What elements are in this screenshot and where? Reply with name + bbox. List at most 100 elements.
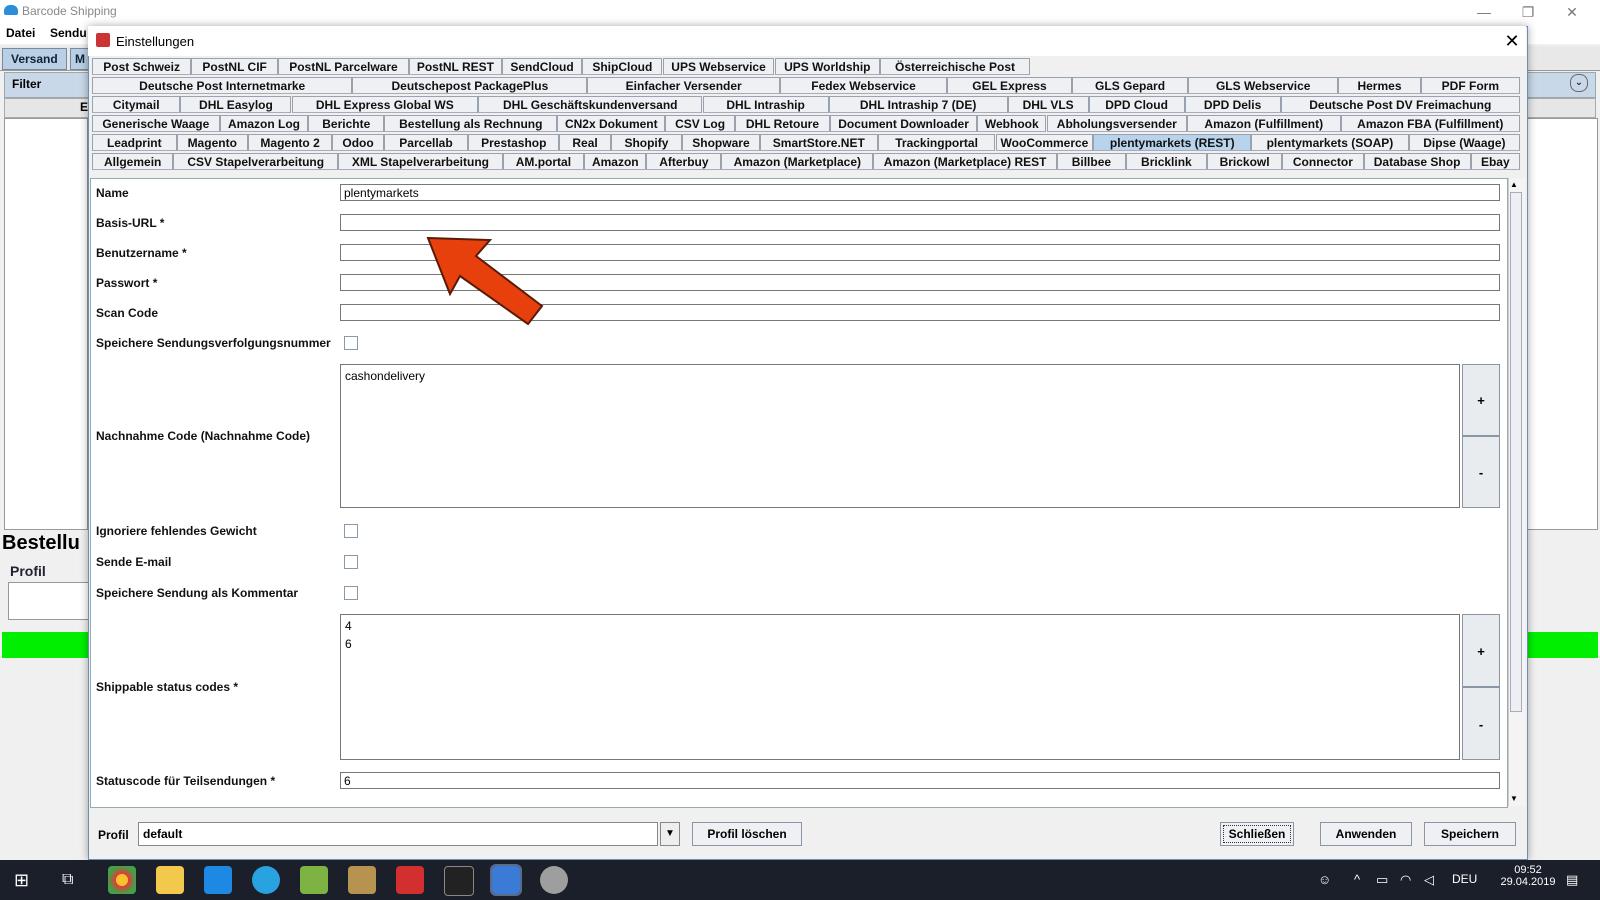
tab-magento-2[interactable]: Magento 2	[247, 134, 333, 151]
tab-woocommerce[interactable]: WooCommerce	[995, 134, 1094, 151]
tab-amazon-log[interactable]: Amazon Log	[219, 115, 309, 132]
tab-real[interactable]: Real	[559, 134, 611, 151]
tab-hermes[interactable]: Hermes	[1338, 77, 1421, 94]
tab-österreichische-post[interactable]: Österreichische Post	[880, 58, 1030, 75]
shippable-item[interactable]: 4	[345, 619, 1455, 637]
package-icon[interactable]	[348, 866, 376, 894]
menu-sendung[interactable]: Sendu	[50, 26, 87, 40]
shippable-item[interactable]: 6	[345, 637, 1455, 655]
profile-select[interactable]: default	[138, 822, 658, 846]
tab-am-portal[interactable]: AM.portal	[502, 153, 585, 170]
delete-profile-button[interactable]: Profil löschen	[692, 822, 802, 846]
tab-plentymarkets-soap[interactable]: plentymarkets (SOAP)	[1251, 134, 1409, 151]
task-view-icon[interactable]: ⧉	[62, 870, 82, 890]
tab-allgemein[interactable]: Allgemein	[92, 153, 174, 170]
tab-sendcloud[interactable]: SendCloud	[501, 58, 583, 75]
tab-ups-worldship[interactable]: UPS Worldship	[774, 58, 881, 75]
minimize-icon[interactable]: —	[1464, 2, 1504, 22]
save-comment-checkbox[interactable]	[344, 586, 358, 600]
barcode-shipping-icon[interactable]	[490, 864, 522, 896]
tab-deutsche-post-internetmarke[interactable]: Deutsche Post Internetmarke	[92, 77, 353, 94]
tab-einfacher-versender[interactable]: Einfacher Versender	[587, 77, 780, 94]
tab-dhl-intraship-7-de[interactable]: DHL Intraship 7 (DE)	[828, 96, 1008, 113]
cod-list[interactable]: cashondelivery	[340, 364, 1460, 508]
tab-bricklink[interactable]: Bricklink	[1125, 153, 1208, 170]
notification-icon[interactable]: ▤	[1566, 872, 1578, 888]
windows-start-icon[interactable]: ⊞	[14, 870, 34, 890]
tab-bestellung-als-rechnung[interactable]: Bestellung als Rechnung	[384, 115, 558, 132]
tab-trackingportal[interactable]: Trackingportal	[877, 134, 996, 151]
chevron-down-icon[interactable]: ▼	[660, 822, 680, 846]
cod-add-button[interactable]: +	[1462, 364, 1500, 436]
tab-pdf-form[interactable]: PDF Form	[1420, 77, 1520, 94]
tab-abholungsversender[interactable]: Abholungsversender	[1046, 115, 1188, 132]
people-icon[interactable]: ☺	[1318, 872, 1331, 887]
restore-icon[interactable]: ❐	[1508, 2, 1548, 22]
tab-leadprint[interactable]: Leadprint	[92, 134, 177, 151]
tab-amazon-marketplace-rest[interactable]: Amazon (Marketplace) REST	[873, 153, 1058, 170]
tab-gls-webservice[interactable]: GLS Webservice	[1188, 77, 1339, 94]
tab-gel-express[interactable]: GEL Express	[947, 77, 1072, 94]
tab-versand[interactable]: Versand	[2, 48, 67, 70]
tab-cn2x-dokument[interactable]: CN2x Dokument	[557, 115, 666, 132]
teamviewer-icon[interactable]	[252, 866, 280, 894]
tab-document-downloader[interactable]: Document Downloader	[830, 115, 978, 132]
vscode-icon[interactable]	[204, 866, 232, 894]
tab-amazon-fulfillment[interactable]: Amazon (Fulfillment)	[1187, 115, 1341, 132]
baseurl-field[interactable]	[340, 214, 1500, 231]
battery-icon[interactable]: ▭	[1376, 872, 1388, 888]
terminal-icon[interactable]	[444, 866, 474, 896]
chevron-down-icon[interactable]: ⌄	[1570, 74, 1588, 92]
close-icon[interactable]: ✕	[1552, 2, 1592, 22]
tab-dhl-express-global-ws[interactable]: DHL Express Global WS	[291, 96, 479, 113]
clock[interactable]: 09:52 29.04.2019	[1498, 864, 1558, 888]
apply-button[interactable]: Anwenden	[1320, 822, 1412, 846]
tab-shopware[interactable]: Shopware	[682, 134, 760, 151]
tab-citymail[interactable]: Citymail	[92, 96, 181, 113]
tab-amazon[interactable]: Amazon	[584, 153, 647, 170]
name-field[interactable]: plentymarkets	[340, 184, 1500, 201]
tab-odoo[interactable]: Odoo	[332, 134, 384, 151]
tab-dpd-delis[interactable]: DPD Delis	[1184, 96, 1281, 113]
tab-postnl-cif[interactable]: PostNL CIF	[191, 58, 278, 75]
save-tracking-checkbox[interactable]	[344, 336, 358, 350]
tab-dhl-geschäftskundenversand[interactable]: DHL Geschäftskundenversand	[478, 96, 703, 113]
tab-connector[interactable]: Connector	[1282, 153, 1364, 170]
ignore-weight-checkbox[interactable]	[344, 524, 358, 538]
partial-field[interactable]: 6	[340, 772, 1500, 789]
tab-magento[interactable]: Magento	[176, 134, 248, 151]
tab-dpd-cloud[interactable]: DPD Cloud	[1088, 96, 1185, 113]
tab-deutsche-post-dv-freimachung[interactable]: Deutsche Post DV Freimachung	[1280, 96, 1520, 113]
tab-parcellab[interactable]: Parcellab	[383, 134, 469, 151]
tab-dipse-waage[interactable]: Dipse (Waage)	[1408, 134, 1520, 151]
send-email-checkbox[interactable]	[344, 555, 358, 569]
filter-label[interactable]: Filter	[12, 77, 41, 91]
shippable-list[interactable]: 4 6	[340, 614, 1460, 760]
cod-item[interactable]: cashondelivery	[345, 369, 1455, 387]
tab-postnl-rest[interactable]: PostNL REST	[408, 58, 502, 75]
shippable-remove-button[interactable]: -	[1462, 687, 1500, 760]
tab-xml-stapelverarbeitung[interactable]: XML Stapelverarbeitung	[338, 153, 503, 170]
tab-berichte[interactable]: Berichte	[308, 115, 385, 132]
tab-gls-gepard[interactable]: GLS Gepard	[1071, 77, 1189, 94]
tab-database-shop[interactable]: Database Shop	[1363, 153, 1471, 170]
paint-icon[interactable]	[540, 866, 568, 894]
wifi-icon[interactable]: ◠	[1400, 872, 1411, 888]
chevron-up-icon[interactable]: ^	[1354, 872, 1360, 887]
language-indicator[interactable]: DEU	[1452, 872, 1477, 886]
tab-dhl-intraship[interactable]: DHL Intraship	[702, 96, 829, 113]
tab-billbee[interactable]: Billbee	[1057, 153, 1126, 170]
tab-csv-stapelverarbeitung[interactable]: CSV Stapelverarbeitung	[173, 153, 339, 170]
tab-postnl-parcelware[interactable]: PostNL Parcelware	[278, 58, 409, 75]
tab-m[interactable]: M	[70, 48, 90, 70]
notepad-icon[interactable]	[300, 866, 328, 894]
tab-shipcloud[interactable]: ShipCloud	[582, 58, 663, 75]
tab-amazon-fba-fulfillment[interactable]: Amazon FBA (Fulfillment)	[1340, 115, 1520, 132]
pdf-icon[interactable]	[396, 866, 424, 894]
tab-afterbuy[interactable]: Afterbuy	[646, 153, 722, 170]
tab-smartstore-net[interactable]: SmartStore.NET	[759, 134, 878, 151]
tab-deutschepost-packageplus[interactable]: Deutschepost PackagePlus	[352, 77, 588, 94]
tab-dhl-retoure[interactable]: DHL Retoure	[734, 115, 831, 132]
tab-generische-waage[interactable]: Generische Waage	[92, 115, 220, 132]
tab-ebay[interactable]: Ebay	[1470, 153, 1520, 170]
